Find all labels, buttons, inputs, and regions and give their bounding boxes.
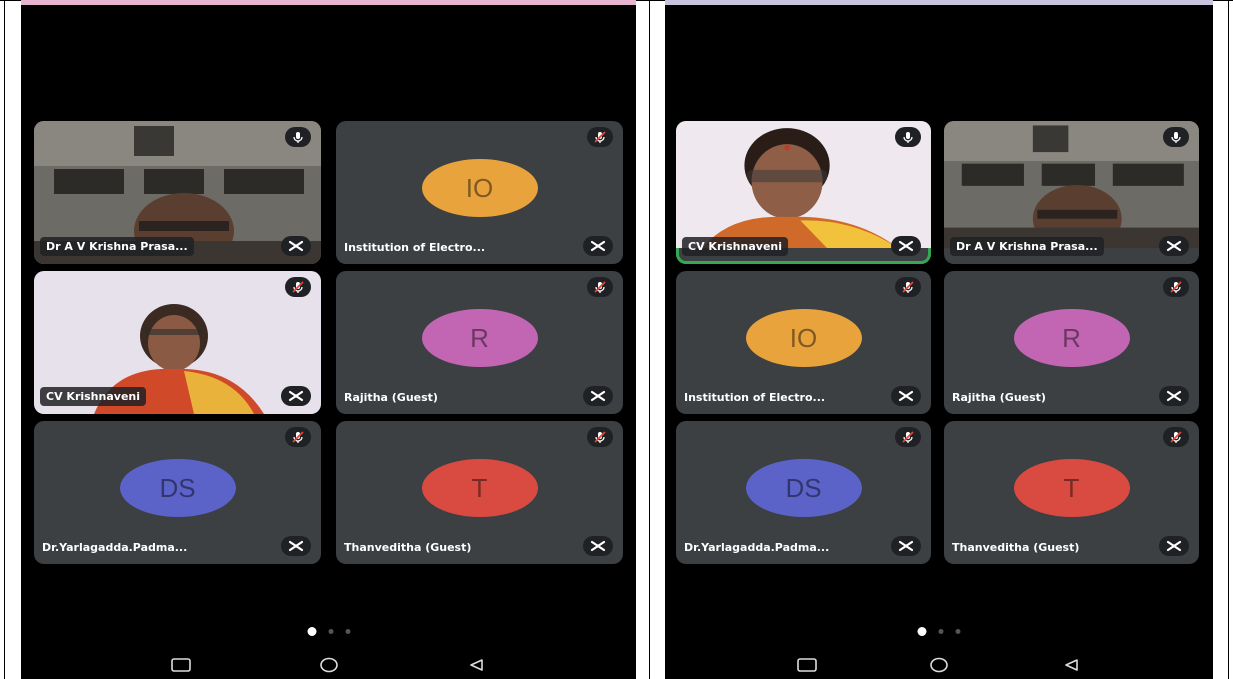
participant-tile[interactable]: DS Dr.Yarlagadda.Padma...: [34, 421, 321, 564]
participant-name: Rajitha (Guest): [952, 391, 1046, 404]
recents-square-icon[interactable]: [795, 656, 819, 674]
back-triangle-icon[interactable]: [464, 656, 488, 674]
more-options-icon[interactable]: [891, 536, 921, 556]
mic-off-icon: [1163, 277, 1189, 297]
participant-name: Dr.Yarlagadda.Padma...: [42, 541, 188, 554]
participant-tile[interactable]: IO Institution of Electro...: [676, 271, 931, 414]
participant-name: Institution of Electro...: [684, 391, 826, 404]
participant-tile[interactable]: Dr A V Krishna Prasa...: [944, 121, 1199, 264]
mic-on-icon: [895, 127, 921, 147]
right-phone-screen: CV Krishnaveni Dr A V Krishna Prasa... IO I…: [665, 0, 1213, 679]
more-options-icon[interactable]: [583, 236, 613, 256]
participant-name: Dr.Yarlagadda.Padma...: [684, 541, 830, 554]
participant-tile[interactable]: DS Dr.Yarlagadda.Padma...: [676, 421, 931, 564]
participant-avatar: T: [1013, 459, 1130, 517]
participant-tile[interactable]: CV Krishnaveni: [34, 271, 321, 414]
participant-avatar: DS: [745, 459, 862, 517]
mic-off-icon: [895, 277, 921, 297]
participant-tile[interactable]: R Rajitha (Guest): [336, 271, 623, 414]
participant-avatar: IO: [745, 309, 862, 367]
participant-tile[interactable]: IO Institution of Electro...: [336, 121, 623, 264]
participant-name: Dr A V Krishna Prasa...: [40, 237, 194, 256]
page-indicator: [917, 627, 961, 636]
more-options-icon[interactable]: [583, 386, 613, 406]
mic-off-icon: [587, 277, 613, 297]
mic-off-icon: [285, 277, 311, 297]
participant-name: Rajitha (Guest): [344, 391, 438, 404]
left-phone-screen: Dr A V Krishna Prasa... IO Institution of …: [21, 0, 636, 679]
more-options-icon[interactable]: [583, 536, 613, 556]
participant-name: Thanveditha (Guest): [952, 541, 1080, 554]
mic-off-icon: [587, 427, 613, 447]
more-options-icon[interactable]: [891, 236, 921, 256]
status-bar-strip: [21, 0, 636, 5]
page-dot[interactable]: [345, 629, 350, 634]
participant-tile[interactable]: CV Krishnaveni: [676, 121, 931, 264]
page-dot[interactable]: [917, 627, 927, 636]
participant-avatar: R: [1013, 309, 1130, 367]
home-circle-icon[interactable]: [927, 656, 951, 674]
mic-off-icon: [285, 427, 311, 447]
system-nav-bar: [21, 648, 636, 678]
mic-off-icon: [1163, 427, 1189, 447]
mic-on-icon: [1163, 127, 1189, 147]
system-nav-bar: [665, 648, 1213, 678]
participant-tile[interactable]: Dr A V Krishna Prasa...: [34, 121, 321, 264]
more-options-icon[interactable]: [281, 236, 311, 256]
more-options-icon[interactable]: [281, 386, 311, 406]
mic-off-icon: [587, 127, 613, 147]
participant-video: [944, 121, 1199, 249]
more-options-icon[interactable]: [1159, 536, 1189, 556]
page-dot[interactable]: [307, 627, 316, 636]
participant-name: CV Krishnaveni: [682, 237, 788, 256]
home-circle-icon[interactable]: [317, 656, 341, 674]
more-options-icon[interactable]: [1159, 386, 1189, 406]
participant-avatar: R: [421, 309, 538, 367]
page-indicator: [307, 627, 350, 636]
back-triangle-icon[interactable]: [1059, 656, 1083, 674]
participant-name: Dr A V Krishna Prasa...: [950, 237, 1104, 256]
more-options-icon[interactable]: [891, 386, 921, 406]
more-options-icon[interactable]: [1159, 236, 1189, 256]
participant-tile[interactable]: T Thanveditha (Guest): [944, 421, 1199, 564]
participant-name: Institution of Electro...: [344, 241, 486, 254]
participant-name: Thanveditha (Guest): [344, 541, 472, 554]
more-options-icon[interactable]: [281, 536, 311, 556]
recents-square-icon[interactable]: [169, 656, 193, 674]
page-dot[interactable]: [938, 629, 944, 634]
status-bar-strip: [665, 0, 1213, 5]
page-dot[interactable]: [328, 629, 333, 634]
participant-tile[interactable]: T Thanveditha (Guest): [336, 421, 623, 564]
participant-avatar: IO: [421, 159, 538, 217]
participant-name: CV Krishnaveni: [40, 387, 146, 406]
participant-avatar: T: [421, 459, 538, 517]
page-dot[interactable]: [955, 629, 961, 634]
participant-avatar: DS: [119, 459, 236, 517]
mic-on-icon: [285, 127, 311, 147]
participant-tile[interactable]: R Rajitha (Guest): [944, 271, 1199, 414]
participant-video: [676, 121, 931, 249]
mic-off-icon: [895, 427, 921, 447]
